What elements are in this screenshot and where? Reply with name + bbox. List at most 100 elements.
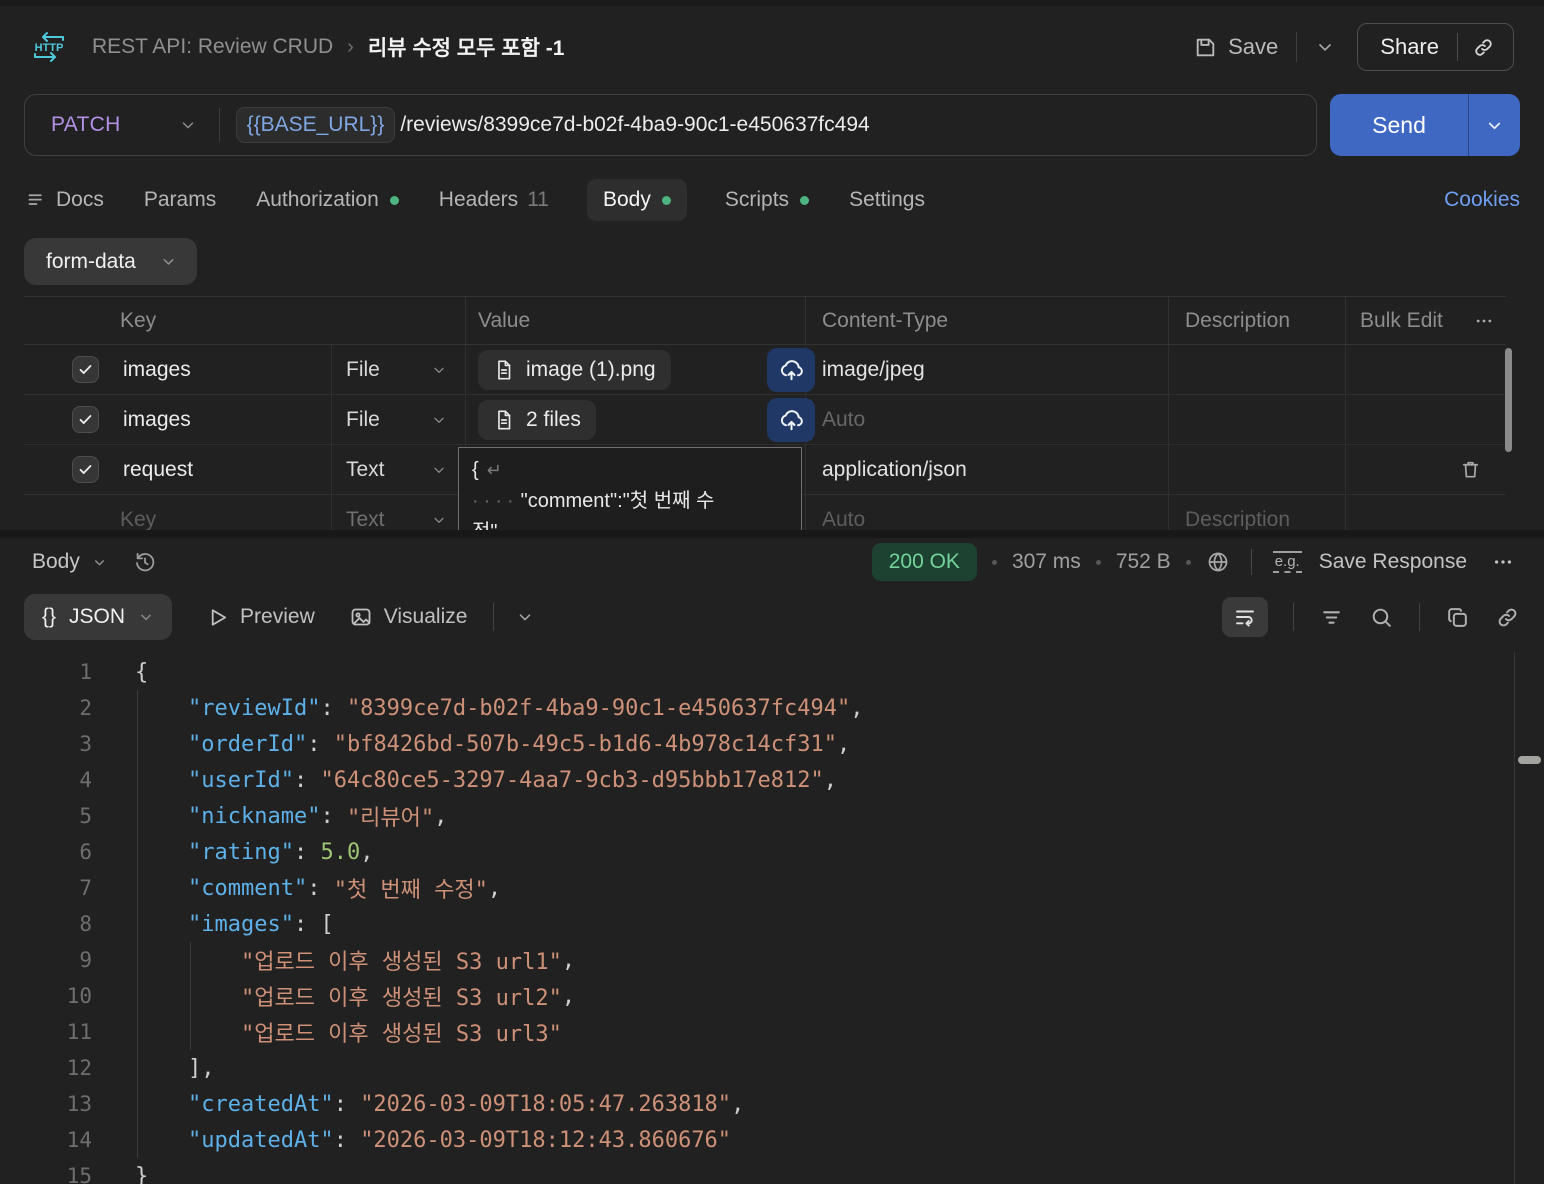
cookies-link[interactable]: Cookies [1444, 188, 1520, 212]
row-actions-cell [1345, 395, 1506, 444]
share-link-icon[interactable] [1458, 36, 1509, 59]
response-body-select[interactable]: Body [32, 550, 80, 574]
delete-row-button[interactable] [1459, 458, 1482, 481]
visualize-button[interactable]: Visualize [349, 605, 467, 629]
description-cell[interactable]: Description [1168, 495, 1345, 530]
bulk-edit-button[interactable]: Bulk Edit [1360, 309, 1443, 333]
column-header-value: Value [465, 297, 805, 344]
scrollbar-thumb[interactable] [1518, 756, 1541, 764]
table-row: images File 2 files Auto [24, 395, 1506, 445]
line-number: 2 [79, 696, 92, 720]
send-button[interactable]: Send [1330, 94, 1520, 156]
share-button[interactable]: Share [1357, 23, 1514, 71]
response-code[interactable]: 1{2 "reviewId": "8399ce7d-b02f-4ba9-90c1… [0, 652, 1514, 1184]
param-type-select[interactable]: Text [331, 495, 465, 530]
param-value-cell: 2 files [465, 395, 815, 444]
tab-authorization[interactable]: Authorization [254, 179, 401, 221]
code-line: 11 "업로드 이후 생성된 S3 url3" [0, 1014, 1514, 1050]
param-type-select[interactable]: File [331, 345, 465, 394]
http-logo-icon: HTTP [30, 29, 68, 65]
row-checkbox[interactable] [72, 356, 99, 383]
line-number: 8 [79, 912, 92, 936]
save-response-button[interactable]: Save Response [1319, 550, 1467, 574]
tab-headers[interactable]: Headers 11 [437, 179, 551, 221]
response-scrollbar[interactable] [1514, 652, 1544, 1184]
response-status-bar: Body 200 OK 307 ms 752 B e.g. Save Respo… [0, 538, 1544, 586]
env-variable-chip[interactable]: {{BASE_URL}} [235, 107, 396, 143]
tab-body[interactable]: Body [587, 179, 687, 221]
save-button[interactable]: Save [1193, 34, 1278, 60]
indent-guide [190, 942, 191, 978]
tab-docs[interactable]: Docs [24, 179, 106, 221]
param-key[interactable]: images [123, 358, 191, 382]
save-options-chevron-icon[interactable] [1315, 37, 1335, 57]
description-cell[interactable] [1168, 445, 1345, 494]
method-select[interactable]: PATCH [25, 113, 219, 137]
copy-icon[interactable] [1445, 605, 1470, 630]
chevron-down-icon [431, 412, 447, 428]
panel-divider[interactable] [0, 530, 1544, 538]
upload-button[interactable] [767, 348, 815, 392]
code-line: 6 "rating": 5.0, [0, 834, 1514, 870]
code-line: 5 "nickname": "리뷰어", [0, 798, 1514, 834]
divider [493, 603, 495, 631]
format-select[interactable]: {} JSON [24, 594, 173, 640]
param-key[interactable]: request [123, 458, 193, 482]
status-dot-icon [661, 195, 671, 205]
more-icon[interactable] [1474, 311, 1494, 331]
line-number: 9 [79, 948, 92, 972]
column-header-description: Description [1168, 297, 1345, 344]
filter-icon[interactable] [1319, 605, 1344, 630]
word-wrap-toggle[interactable] [1222, 597, 1268, 637]
content-type-value[interactable]: Auto [805, 495, 1168, 530]
tab-params[interactable]: Params [142, 179, 218, 221]
chevron-down-icon [431, 512, 447, 528]
column-header-key: Key [120, 308, 157, 332]
tab-scripts[interactable]: Scripts [723, 179, 811, 221]
indent-guide [137, 1050, 138, 1086]
more-formats-chevron-icon[interactable] [516, 608, 534, 626]
line-number: 15 [66, 1164, 92, 1184]
file-chip[interactable]: 2 files [478, 399, 596, 440]
svg-text:HTTP: HTTP [35, 42, 64, 54]
line-number: 12 [66, 1056, 92, 1080]
divider [1293, 603, 1294, 631]
url-input[interactable]: /reviews/8399ce7d-b02f-4ba9-90c1-e450637… [400, 113, 869, 137]
code-line: 9 "업로드 이후 생성된 S3 url1", [0, 942, 1514, 978]
content-type-value[interactable]: image/jpeg [805, 345, 1168, 394]
preview-button[interactable]: Preview [206, 605, 315, 629]
code-line: 10 "업로드 이후 생성된 S3 url2", [0, 978, 1514, 1014]
docs-icon [26, 190, 47, 211]
table-scrollbar[interactable] [1505, 348, 1512, 452]
content-type-value[interactable]: Auto [805, 395, 1168, 444]
file-icon [493, 359, 515, 381]
globe-icon[interactable] [1206, 550, 1230, 574]
param-type-select[interactable]: File [331, 395, 465, 444]
content-type-value[interactable]: application/json [805, 445, 1168, 494]
param-key[interactable]: images [123, 408, 191, 432]
link-icon[interactable] [1495, 605, 1520, 630]
value-text-editor[interactable]: {↵ ····"comment":"첫 번째 수 정" [458, 447, 802, 530]
history-icon[interactable] [133, 550, 157, 574]
row-checkbox[interactable] [72, 456, 99, 483]
more-icon[interactable] [1492, 551, 1514, 573]
row-checkbox[interactable] [72, 406, 99, 433]
description-cell[interactable] [1168, 395, 1345, 444]
dot-separator [1095, 559, 1101, 565]
line-number: 13 [66, 1092, 92, 1116]
tab-settings[interactable]: Settings [847, 179, 927, 221]
indent-guide [137, 870, 138, 906]
body-type-select[interactable]: form-data [24, 238, 197, 285]
param-type-select[interactable]: Text [331, 445, 465, 494]
send-options-chevron-icon[interactable] [1468, 94, 1520, 156]
file-chip[interactable]: image (1).png [478, 349, 671, 390]
search-icon[interactable] [1369, 605, 1394, 630]
description-cell[interactable] [1168, 345, 1345, 394]
upload-button[interactable] [767, 398, 815, 442]
indent-guide [137, 942, 138, 978]
dot-separator [1185, 559, 1191, 565]
status-dot-icon [389, 195, 399, 205]
breadcrumb-parent[interactable]: REST API: Review CRUD [92, 35, 333, 59]
param-key-placeholder[interactable]: Key [120, 508, 156, 531]
indent-guide [137, 1122, 138, 1158]
